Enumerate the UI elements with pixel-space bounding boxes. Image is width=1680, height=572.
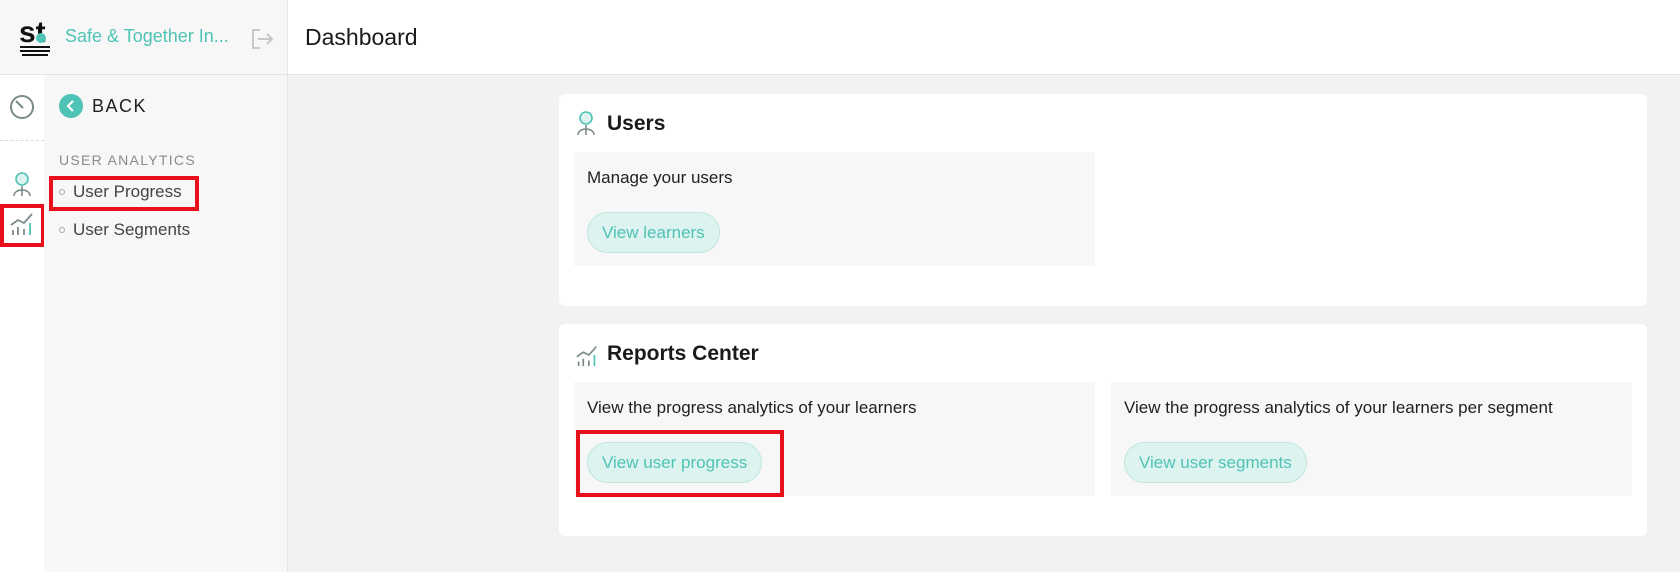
bullet-icon (59, 189, 65, 195)
tile-description: View the progress analytics of your lear… (1124, 398, 1553, 417)
sidebar-section-title: USER ANALYTICS (59, 152, 196, 168)
brand-bar: st Safe & Together In... (0, 0, 288, 75)
back-button[interactable]: BACK (59, 94, 147, 118)
tile-description: View the progress analytics of your lear… (587, 398, 917, 417)
back-label: BACK (92, 95, 148, 116)
dashboard-gauge-icon[interactable] (6, 91, 38, 123)
bullet-icon (59, 227, 65, 233)
sidebar-item-user-progress[interactable]: User Progress (59, 182, 182, 202)
analytics-chart-icon (574, 342, 598, 368)
sidebar-item-label: User Segments (73, 220, 191, 239)
app-logo[interactable]: st (18, 16, 54, 58)
user-icon (574, 109, 598, 136)
user-progress-tile: View the progress analytics of your lear… (574, 382, 1095, 496)
tile-description: Manage your users (587, 168, 733, 187)
rail-divider (0, 140, 44, 141)
sidebar: BACK USER ANALYTICS User Progress User S… (44, 75, 288, 572)
view-learners-button[interactable]: View learners (587, 212, 720, 253)
view-user-segments-button[interactable]: View user segments (1124, 442, 1307, 483)
manage-users-tile: Manage your users View learners (574, 152, 1095, 266)
sidebar-item-label: User Progress (73, 182, 182, 201)
users-card: Users Manage your users View learners (559, 94, 1647, 306)
analytics-chart-icon[interactable] (6, 207, 38, 239)
reports-card-title: Reports Center (607, 342, 759, 365)
users-card-title: Users (607, 112, 666, 135)
page-header: Dashboard (288, 0, 1680, 75)
app-brand-name[interactable]: Safe & Together In... (65, 26, 229, 47)
page-title: Dashboard (305, 24, 418, 50)
view-user-progress-button[interactable]: View user progress (587, 442, 763, 483)
reports-center-card: Reports Center View the progress analyti… (559, 324, 1647, 536)
svg-text:st: st (19, 16, 46, 49)
chevron-left-icon (59, 94, 83, 118)
user-icon[interactable] (6, 168, 38, 200)
icon-rail (0, 75, 44, 572)
user-segments-tile: View the progress analytics of your lear… (1111, 382, 1632, 496)
logout-icon[interactable] (250, 28, 274, 50)
sidebar-item-user-segments[interactable]: User Segments (59, 220, 190, 240)
